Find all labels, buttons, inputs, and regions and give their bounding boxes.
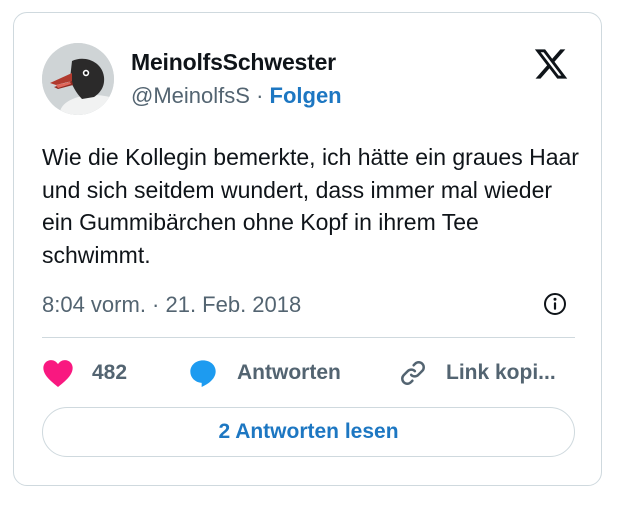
copy-link-label: Link kopi... bbox=[446, 361, 556, 384]
author-display-name[interactable]: MeinolfsSchwester bbox=[131, 49, 336, 76]
author-handle[interactable]: @MeinolfsS bbox=[131, 83, 250, 108]
avatar[interactable] bbox=[42, 43, 114, 115]
info-icon[interactable] bbox=[542, 291, 568, 317]
x-logo-icon[interactable] bbox=[532, 46, 570, 82]
action-bar: 482 Antworten Link kopi... bbox=[42, 355, 582, 391]
tweet-timestamp[interactable]: 8:04 vorm. · 21. Feb. 2018 bbox=[42, 292, 301, 318]
author-handle-row: @MeinolfsS · Folgen bbox=[131, 83, 342, 109]
speech-bubble-icon bbox=[190, 360, 216, 387]
like-count: 482 bbox=[92, 361, 128, 384]
link-icon bbox=[401, 361, 425, 385]
follow-button[interactable]: Folgen bbox=[270, 83, 342, 108]
reply-label: Antworten bbox=[237, 361, 341, 384]
divider bbox=[42, 337, 575, 338]
heart-icon bbox=[43, 360, 73, 387]
reply-button[interactable]: Antworten bbox=[187, 355, 341, 391]
handle-separator: · bbox=[256, 83, 264, 108]
copy-link-button[interactable]: Link kopi... bbox=[398, 355, 556, 391]
tweet-card: MeinolfsSchwester @MeinolfsS · Folgen Wi… bbox=[13, 12, 602, 486]
like-button[interactable]: 482 bbox=[42, 355, 127, 391]
tweet-text: Wie die Kollegin bemerkte, ich hätte ein… bbox=[42, 144, 579, 268]
black-headed-gull-avatar-icon bbox=[42, 43, 114, 115]
read-replies-button[interactable]: 2 Antworten lesen bbox=[42, 407, 575, 457]
